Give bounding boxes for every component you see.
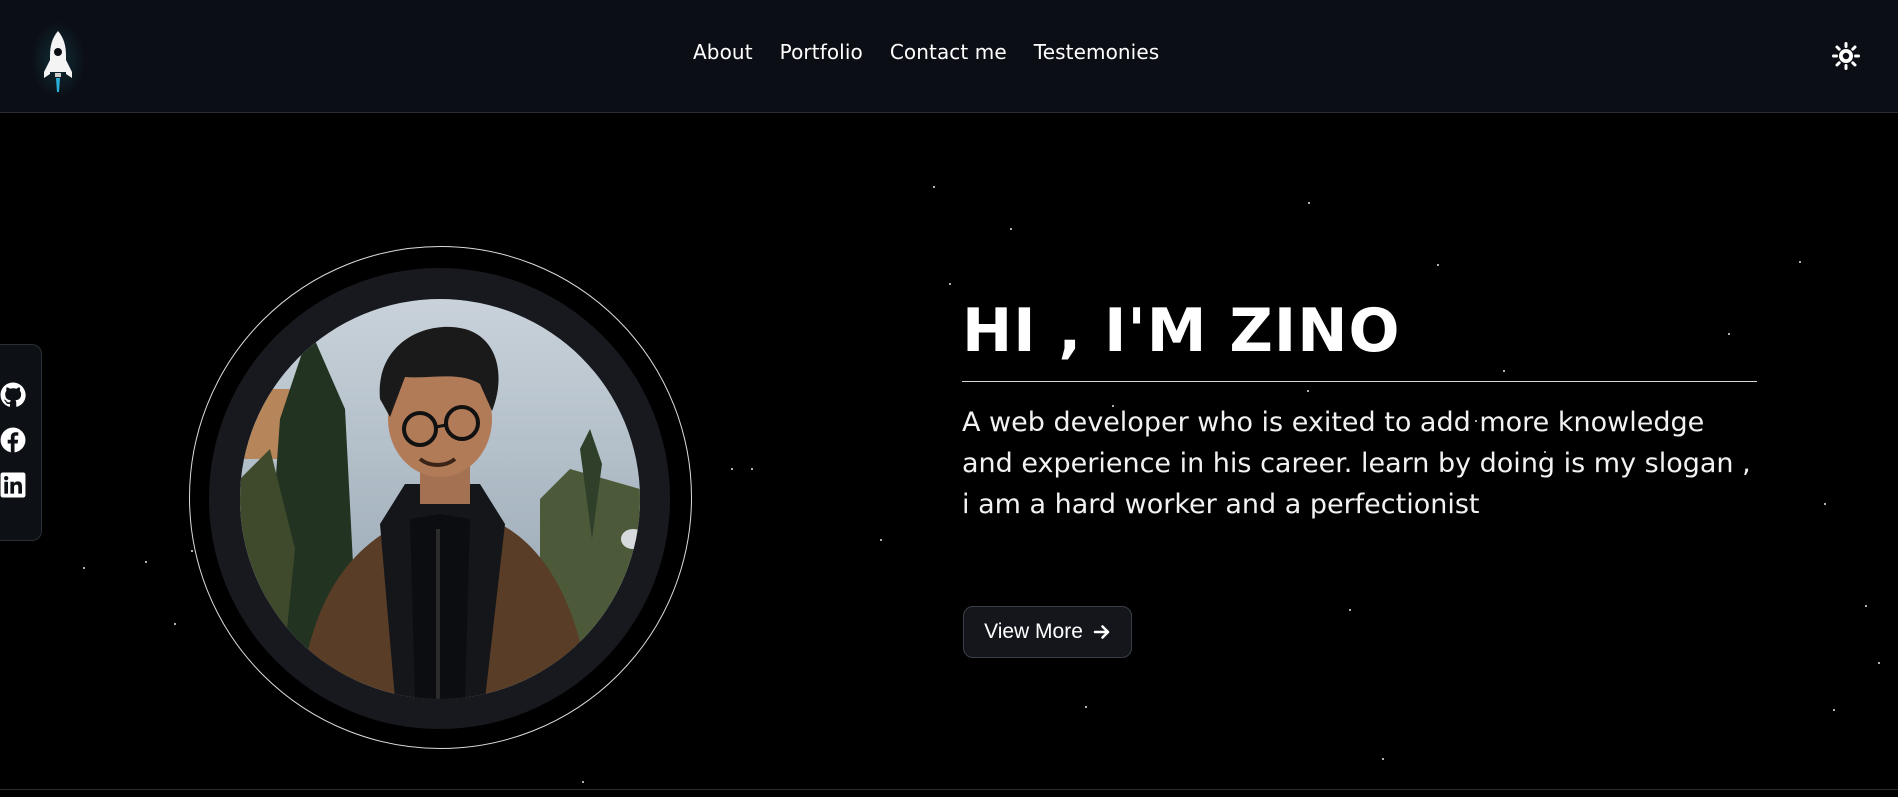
nav-testemonies[interactable]: Testemonies bbox=[1034, 40, 1159, 64]
star bbox=[949, 283, 951, 285]
sun-icon bbox=[1832, 42, 1860, 70]
rocket-icon bbox=[44, 31, 72, 92]
page: About Portfolio Contact me Testemonies H… bbox=[0, 0, 1898, 797]
nav-menu: About Portfolio Contact me Testemonies bbox=[693, 40, 1159, 64]
navbar: About Portfolio Contact me Testemonies bbox=[0, 0, 1898, 113]
star bbox=[145, 561, 147, 563]
section-divider bbox=[0, 789, 1898, 790]
star bbox=[1307, 390, 1309, 392]
hero-description: A web developer who is exited to add mor… bbox=[962, 407, 1751, 520]
view-more-button[interactable]: View More bbox=[963, 606, 1132, 658]
nav-contact[interactable]: Contact me bbox=[890, 40, 1007, 64]
star bbox=[582, 781, 584, 783]
github-icon bbox=[0, 382, 26, 407]
star bbox=[1437, 264, 1439, 266]
profile-photo bbox=[240, 299, 640, 699]
star bbox=[83, 567, 85, 569]
star bbox=[751, 468, 753, 470]
star bbox=[1878, 662, 1880, 664]
star bbox=[1308, 202, 1310, 204]
hero-divider bbox=[962, 381, 1757, 382]
star bbox=[1799, 261, 1801, 263]
star bbox=[1349, 609, 1351, 611]
nav-about[interactable]: About bbox=[693, 40, 753, 64]
star bbox=[1824, 503, 1826, 505]
star bbox=[731, 468, 733, 470]
star bbox=[1010, 228, 1012, 230]
logo[interactable] bbox=[30, 20, 86, 100]
hero-title: HI , I'M ZINO bbox=[962, 296, 1401, 366]
theme-toggle-button[interactable] bbox=[1832, 42, 1860, 70]
star bbox=[1085, 706, 1087, 708]
star bbox=[1865, 605, 1867, 607]
star bbox=[880, 539, 882, 541]
profile-photo-image bbox=[240, 299, 640, 699]
linkedin-icon bbox=[0, 472, 26, 498]
facebook-icon bbox=[0, 427, 26, 453]
star bbox=[1728, 333, 1730, 335]
arrow-right-icon bbox=[1093, 625, 1110, 639]
star bbox=[191, 550, 193, 552]
star bbox=[1382, 758, 1384, 760]
star bbox=[1503, 370, 1505, 372]
social-sidebar bbox=[0, 344, 42, 541]
star bbox=[1833, 709, 1835, 711]
nav-portfolio[interactable]: Portfolio bbox=[780, 40, 863, 64]
star bbox=[933, 186, 935, 188]
view-more-label: View More bbox=[984, 620, 1083, 643]
star bbox=[174, 623, 176, 625]
